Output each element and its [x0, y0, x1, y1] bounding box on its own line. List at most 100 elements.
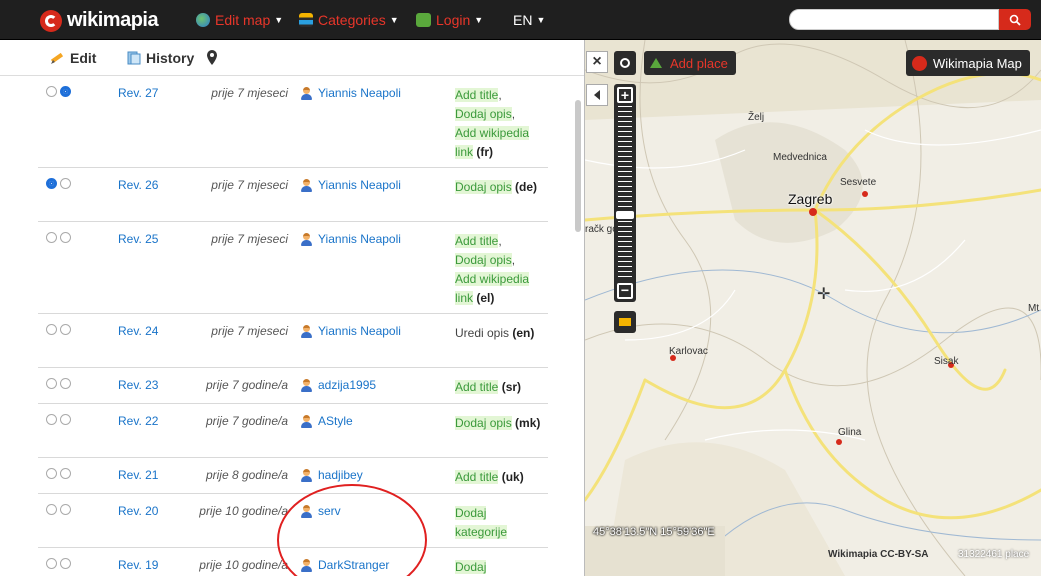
- compare-radio-left[interactable]: [46, 86, 57, 97]
- collapse-panel-button[interactable]: [586, 84, 608, 106]
- change-item: Dodaj opis: [455, 253, 512, 267]
- compare-radios: [46, 86, 71, 97]
- compare-radio-left[interactable]: [46, 232, 57, 243]
- revision-user-link[interactable]: hadjibey: [300, 468, 363, 482]
- close-panel-button[interactable]: ×: [586, 51, 608, 73]
- compare-radios: [46, 468, 71, 479]
- revision-link[interactable]: Rev. 21: [118, 468, 158, 482]
- compare-radio-right[interactable]: [60, 178, 71, 189]
- revision-date: prije 10 godine/a: [199, 558, 288, 572]
- revision-link[interactable]: Rev. 26: [118, 178, 158, 192]
- zoom-scale: [618, 106, 632, 278]
- compare-radio-right[interactable]: [60, 414, 71, 425]
- compare-radio-left[interactable]: [46, 378, 57, 389]
- map-label-sesvete: Sesvete: [840, 177, 877, 188]
- compare-radio-left[interactable]: [46, 324, 57, 335]
- change-separator: ,: [498, 88, 502, 102]
- compare-radio-right[interactable]: [60, 468, 71, 479]
- zoom-in-icon[interactable]: +: [617, 87, 633, 103]
- compare-radio-left[interactable]: [46, 468, 57, 479]
- login-menu[interactable]: Login ▼: [416, 12, 483, 28]
- scrollbar[interactable]: [575, 100, 581, 232]
- revision-user-link[interactable]: Yiannis Neapoli: [300, 86, 401, 100]
- compare-radio-right[interactable]: [60, 504, 71, 515]
- user-icon: [300, 324, 313, 338]
- chevron-down-icon: ▼: [389, 15, 399, 25]
- revision-date: prije 7 mjeseci: [211, 232, 288, 246]
- revision-user-link[interactable]: Yiannis Neapoli: [300, 232, 401, 246]
- revision-user-link[interactable]: AStyle: [300, 414, 353, 428]
- revision-link[interactable]: Rev. 23: [118, 378, 158, 392]
- language-code: (fr): [476, 145, 494, 159]
- brand[interactable]: wikimapia: [40, 9, 159, 32]
- compare-radio-left[interactable]: [46, 504, 57, 515]
- revision-user-link[interactable]: DarkStranger: [300, 558, 389, 572]
- user-icon: [300, 378, 313, 392]
- zoom-handle[interactable]: [616, 211, 634, 219]
- tab-location[interactable]: [206, 50, 218, 65]
- revision-link[interactable]: Rev. 27: [118, 86, 158, 100]
- map-label-zagreb: Zagreb: [788, 191, 833, 207]
- compare-radios: [46, 414, 71, 425]
- categories-menu[interactable]: Categories ▼: [299, 12, 399, 28]
- search-button[interactable]: [999, 9, 1031, 30]
- locate-button[interactable]: [614, 51, 636, 75]
- compare-radio-right[interactable]: [60, 232, 71, 243]
- chevron-down-icon: ▼: [274, 15, 284, 25]
- revision-user-link[interactable]: serv: [300, 504, 341, 518]
- add-place-button[interactable]: Add place: [644, 51, 736, 75]
- compare-radio-left[interactable]: [46, 178, 57, 189]
- revision-changes: Dodaj: [455, 558, 545, 576]
- revision-link[interactable]: Rev. 22: [118, 414, 158, 428]
- wikimapia-logo-icon: [40, 9, 62, 32]
- tab-edit[interactable]: Edit: [50, 50, 96, 66]
- compare-radios: [46, 558, 71, 569]
- revision-link[interactable]: Rev. 24: [118, 324, 158, 338]
- compare-radio-right[interactable]: [60, 378, 71, 389]
- language-menu[interactable]: EN ▼: [513, 12, 545, 28]
- revision-user-link[interactable]: adzija1995: [300, 378, 376, 392]
- revision-changes: Dodaj opis (mk): [455, 414, 545, 433]
- compare-radio-left[interactable]: [46, 414, 57, 425]
- change-item: Add title: [455, 380, 499, 394]
- change-item: link: [455, 145, 474, 159]
- chevron-down-icon: ▼: [536, 15, 546, 25]
- chevron-left-icon: [594, 90, 600, 100]
- panel-tabs: Edit History: [0, 40, 584, 76]
- language-label: EN: [513, 12, 533, 28]
- coordinates-readout: 45°38'13.5"N 15°59'36"E: [593, 526, 715, 538]
- license-text: Wikimapia CC-BY-SA: [828, 549, 929, 560]
- revision-user-link[interactable]: Yiannis Neapoli: [300, 178, 401, 192]
- revision-link[interactable]: Rev. 19: [118, 558, 158, 572]
- change-item: Dodaj opis: [455, 180, 512, 194]
- target-icon: [620, 58, 630, 68]
- tab-history[interactable]: History: [126, 50, 194, 66]
- map-view[interactable]: Želj Medvednica Sesvete Zagreb račk gora…: [585, 40, 1041, 576]
- ruler-button[interactable]: [614, 311, 636, 333]
- compare-radio-right[interactable]: [60, 324, 71, 335]
- search-input[interactable]: [789, 9, 999, 30]
- edit-map-menu[interactable]: Edit map ▼: [196, 12, 283, 28]
- close-icon: ×: [592, 53, 602, 70]
- wikimapia-map-button[interactable]: Wikimapia Map: [906, 50, 1030, 76]
- compare-radio-left[interactable]: [46, 558, 57, 569]
- tab-edit-label: Edit: [70, 50, 97, 66]
- compare-radio-right[interactable]: [60, 86, 71, 97]
- revision-changes: Add title, Dodaj opis, Add wikipedia link (…: [455, 86, 545, 162]
- revision-user-link[interactable]: Yiannis Neapoli: [300, 324, 401, 338]
- compare-radio-right[interactable]: [60, 558, 71, 569]
- revision-user-name: serv: [318, 504, 341, 518]
- revision-link[interactable]: Rev. 25: [118, 232, 158, 246]
- zoom-slider[interactable]: + −: [614, 84, 636, 302]
- zoom-out-icon[interactable]: −: [617, 283, 633, 299]
- revision-user-name: hadjibey: [318, 468, 363, 482]
- revision-link[interactable]: Rev. 20: [118, 504, 158, 518]
- wikimapia-logo-icon: [912, 55, 927, 71]
- revision-user-name: DarkStranger: [318, 558, 390, 572]
- revision-row: Rev. 27 prije 7 mjeseci Yiannis Neapoli Add…: [38, 76, 548, 168]
- user-icon: [300, 558, 313, 572]
- add-place-icon: [650, 58, 662, 68]
- change-item: Add wikipedia: [455, 126, 530, 140]
- revision-row: Rev. 19 prije 10 godine/a DarkStranger Doda…: [38, 548, 548, 576]
- user-icon: [300, 504, 313, 518]
